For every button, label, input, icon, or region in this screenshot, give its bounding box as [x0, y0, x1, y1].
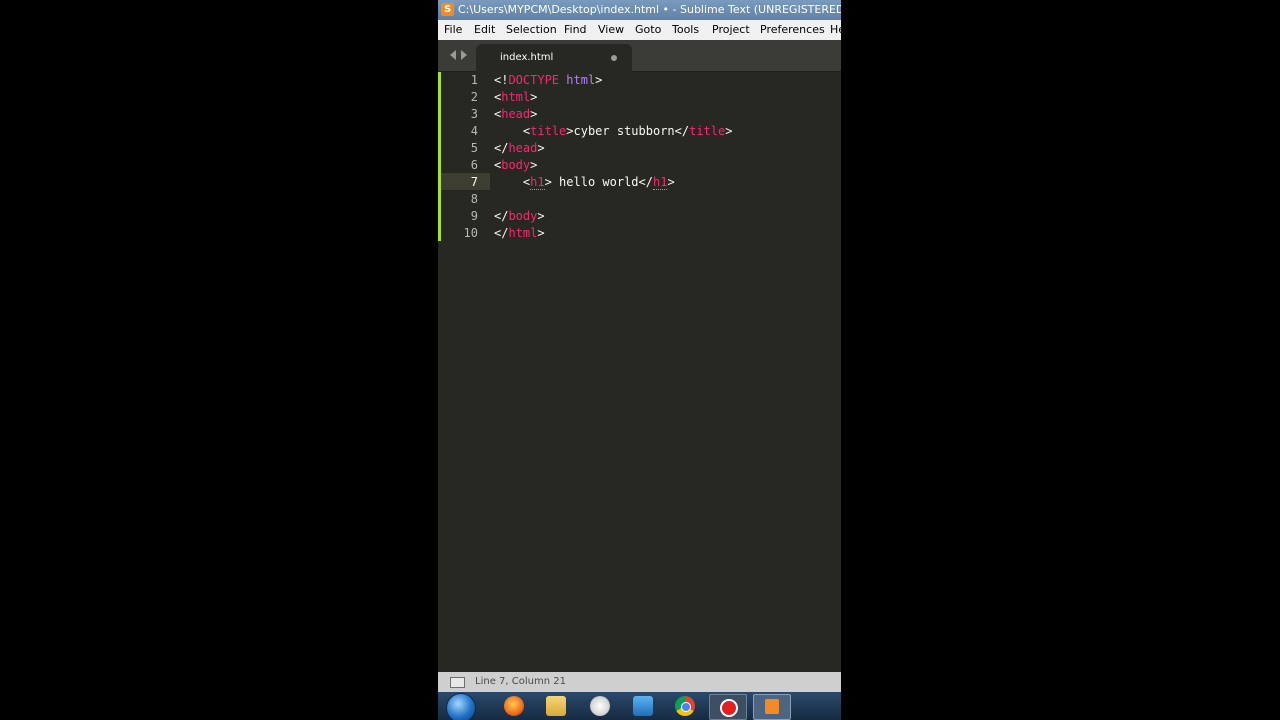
line-number: 8 — [470, 192, 478, 206]
line-number: 6 — [470, 158, 478, 172]
code-line: <!DOCTYPE html> — [494, 73, 603, 87]
line-number: 3 — [470, 107, 478, 121]
line-number: 9 — [470, 209, 478, 223]
tab-bar: index.html — [438, 40, 841, 72]
line-number: 1 — [470, 73, 478, 87]
sublime-icon — [765, 699, 779, 714]
recorder-icon — [720, 699, 738, 717]
chevron-right-icon[interactable] — [461, 50, 467, 60]
line-number: 4 — [470, 124, 478, 138]
menu-edit[interactable]: Edit — [474, 20, 495, 40]
tab-index-html[interactable]: index.html — [476, 44, 632, 72]
menu-selection[interactable]: Selection — [506, 20, 557, 40]
code-line: <html> — [494, 90, 538, 104]
menu-file[interactable]: File — [444, 20, 462, 40]
menu-help[interactable]: He — [830, 20, 841, 40]
menu-goto[interactable]: Goto — [635, 20, 661, 40]
console-toggle-icon[interactable] — [450, 677, 465, 688]
paint-icon[interactable] — [590, 696, 610, 716]
code-line-current: <h1> hello world</h1> — [522, 175, 675, 190]
code-line: <body> — [494, 158, 538, 172]
code-line: <title>cyber stubborn</title> — [522, 124, 733, 138]
line-number-current: 7 — [470, 175, 478, 189]
menu-preferences[interactable]: Preferences — [760, 20, 825, 40]
code-line: </body> — [494, 209, 545, 223]
window-title: C:\Users\MYPCM\Desktop\index.html • - Su… — [458, 3, 841, 16]
code-line: <head> — [494, 107, 538, 121]
menu-view[interactable]: View — [598, 20, 624, 40]
blue-app-icon[interactable] — [633, 696, 653, 716]
menu-find[interactable]: Find — [564, 20, 587, 40]
unsaved-dot-icon[interactable] — [611, 55, 617, 61]
status-bar: Line 7, Column 21 — [438, 672, 841, 692]
tab-label: index.html — [500, 52, 554, 63]
line-number: 5 — [470, 141, 478, 155]
windows-taskbar — [438, 692, 841, 720]
recorder-taskbar-button[interactable] — [709, 694, 747, 720]
cursor-position: Line 7, Column 21 — [475, 676, 566, 687]
chevron-left-icon[interactable] — [450, 50, 456, 60]
folder-icon[interactable] — [546, 696, 566, 716]
sublime-taskbar-button[interactable] — [753, 694, 791, 720]
menu-project[interactable]: Project — [712, 20, 750, 40]
code-line: </head> — [494, 141, 545, 155]
menu-bar: File Edit Selection Find View Goto Tools… — [438, 20, 841, 40]
line-number: 10 — [463, 226, 478, 240]
code-line: </html> — [494, 226, 545, 240]
chrome-icon[interactable] — [675, 696, 695, 716]
code-editor[interactable]: <!DOCTYPE html> <html> <head> <title>cyber… — [494, 72, 732, 242]
windows-start-icon[interactable] — [446, 693, 476, 720]
line-number-gutter: 1 2 3 4 5 6 7 8 9 10 — [438, 72, 478, 242]
firefox-icon[interactable] — [504, 696, 524, 716]
title-bar: C:\Users\MYPCM\Desktop\index.html • - Su… — [438, 0, 841, 20]
menu-tools[interactable]: Tools — [672, 20, 699, 40]
line-number: 2 — [470, 90, 478, 104]
sublime-app-icon — [441, 0, 454, 20]
sublime-window: C:\Users\MYPCM\Desktop\index.html • - Su… — [438, 0, 841, 720]
